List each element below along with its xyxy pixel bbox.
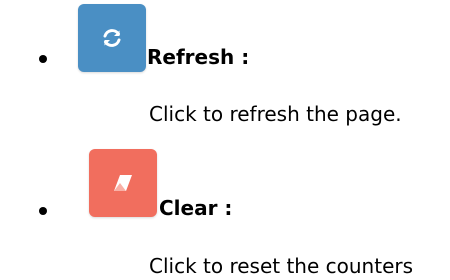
clear-description: Click to reset the counters	[149, 254, 414, 278]
bullet	[39, 55, 47, 63]
refresh-title: Refresh :	[147, 45, 250, 69]
refresh-icon	[99, 25, 125, 51]
clear-button[interactable]	[89, 149, 157, 217]
refresh-button[interactable]	[78, 4, 146, 72]
clear-title: Clear :	[159, 196, 233, 220]
refresh-description: Click to refresh the page.	[149, 102, 402, 126]
bullet	[39, 207, 47, 215]
eraser-icon	[110, 173, 136, 193]
